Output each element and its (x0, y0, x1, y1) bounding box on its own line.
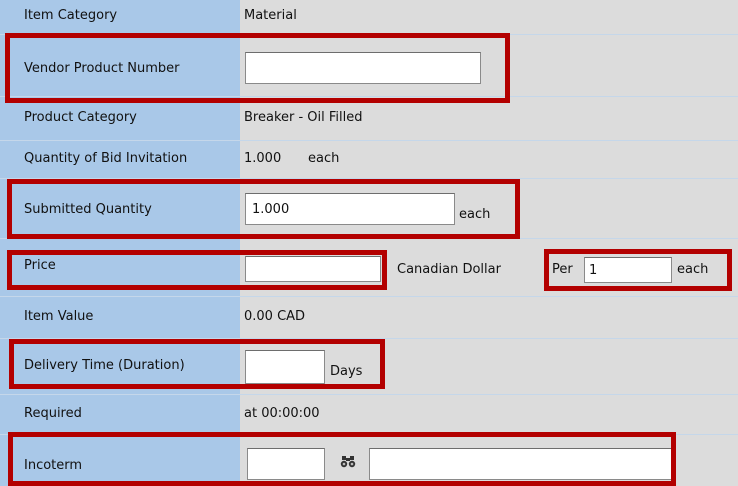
row-vendor-product-number: Vendor Product Number (0, 34, 738, 96)
row-item-category: Item Category Material (0, 0, 738, 34)
required-label: Required (24, 406, 82, 421)
value-cell (240, 434, 738, 486)
row-item-value: Item Value 0.00 CAD (0, 296, 738, 338)
required-value: at 00:00:00 (244, 406, 320, 421)
row-product-category: Product Category Breaker - Oil Filled (0, 96, 738, 140)
label-cell: Required (0, 394, 240, 434)
label-cell: Price (0, 238, 240, 296)
label-cell: Submitted Quantity (0, 178, 240, 238)
value-cell: at 00:00:00 (240, 394, 738, 434)
row-divider (0, 34, 738, 35)
label-cell: Item Category (0, 0, 240, 34)
quantity-bid-invitation-value: 1.000 (244, 151, 282, 166)
row-divider (0, 238, 738, 239)
row-divider (0, 178, 738, 179)
product-category-label: Product Category (24, 110, 137, 125)
incoterm-input[interactable] (247, 448, 325, 480)
row-divider (0, 140, 738, 141)
price-label: Price (24, 258, 56, 273)
item-category-label: Item Category (24, 8, 118, 23)
row-divider (0, 96, 738, 97)
label-cell: Incoterm (0, 434, 240, 486)
product-category-value: Breaker - Oil Filled (244, 110, 363, 125)
delivery-time-unit: Days (330, 364, 363, 379)
value-cell: Canadian Dollar Per each (240, 238, 738, 296)
value-cell: Breaker - Oil Filled (240, 96, 738, 140)
label-cell: Item Value (0, 296, 240, 338)
price-per-input[interactable] (584, 257, 672, 283)
quantity-bid-invitation-label: Quantity of Bid Invitation (24, 151, 188, 166)
submitted-quantity-label: Submitted Quantity (24, 202, 152, 217)
vendor-product-number-label: Vendor Product Number (24, 61, 180, 76)
item-value-label: Item Value (24, 309, 94, 324)
row-divider (0, 394, 738, 395)
delivery-time-input[interactable] (245, 350, 325, 384)
label-cell: Vendor Product Number (0, 34, 240, 96)
submitted-quantity-unit: each (459, 207, 491, 222)
incoterm-label: Incoterm (24, 458, 83, 473)
incoterm-location-input[interactable] (369, 448, 675, 480)
price-input[interactable] (245, 256, 381, 282)
row-required: Required at 00:00:00 (0, 394, 738, 434)
quantity-bid-invitation-unit: each (308, 151, 340, 166)
item-value-value: 0.00 CAD (244, 309, 306, 324)
vendor-product-number-input[interactable] (245, 52, 481, 84)
row-quantity-bid-invitation: Quantity of Bid Invitation 1.000 each (0, 140, 738, 178)
value-cell: Material (240, 0, 738, 34)
row-divider (0, 296, 738, 297)
label-cell: Delivery Time (Duration) (0, 338, 240, 394)
row-incoterm: Incoterm (0, 434, 738, 486)
value-cell: 1.000 each (240, 140, 738, 178)
value-cell: 0.00 CAD (240, 296, 738, 338)
binoculars-icon[interactable] (340, 455, 356, 469)
submitted-quantity-input[interactable] (245, 193, 455, 225)
value-cell (240, 34, 738, 96)
row-delivery-time: Delivery Time (Duration) Days (0, 338, 738, 394)
row-divider (0, 434, 738, 435)
label-cell: Quantity of Bid Invitation (0, 140, 240, 178)
label-cell: Product Category (0, 96, 240, 140)
row-divider (0, 338, 738, 339)
price-per-unit: each (677, 262, 709, 277)
price-currency: Canadian Dollar (397, 262, 501, 277)
price-per-label: Per (552, 262, 573, 277)
row-price: Price Canadian Dollar Per each (0, 238, 738, 296)
row-submitted-quantity: Submitted Quantity each (0, 178, 738, 238)
delivery-time-label: Delivery Time (Duration) (24, 358, 185, 373)
item-category-value: Material (244, 8, 297, 23)
value-cell: Days (240, 338, 738, 394)
value-cell: each (240, 178, 738, 238)
